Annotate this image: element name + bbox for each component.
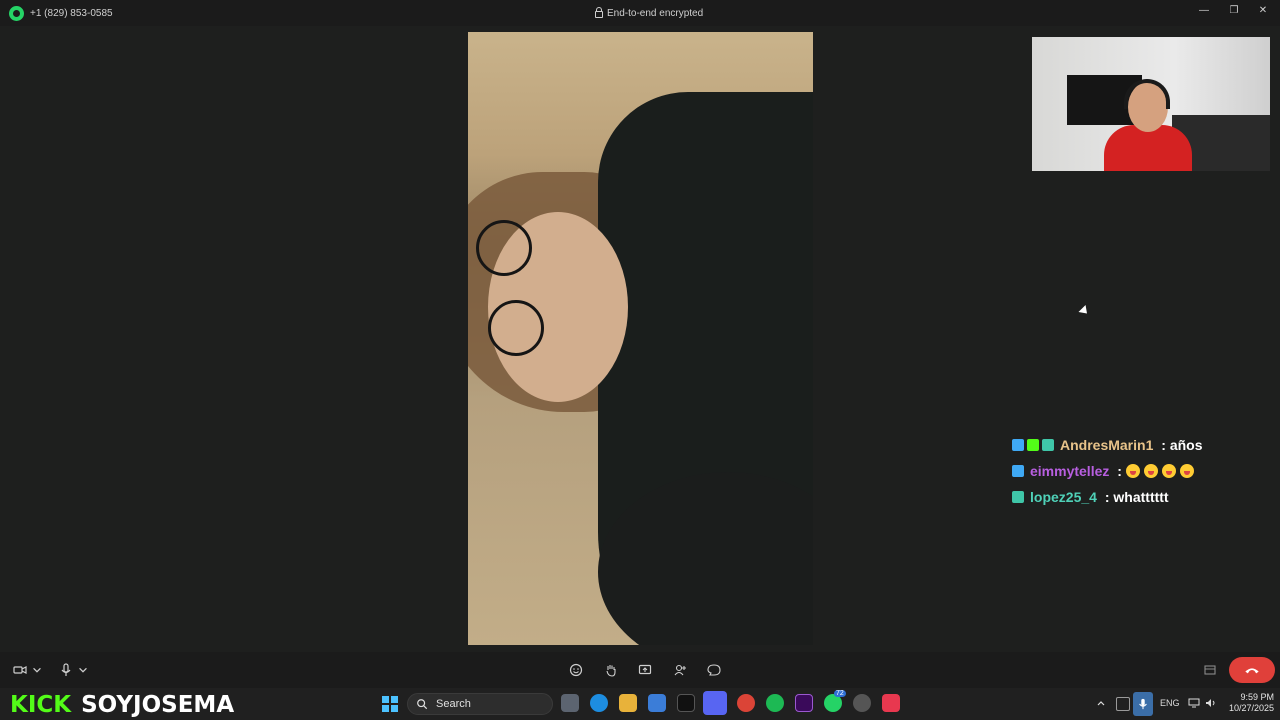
chat-separator: : <box>1113 463 1126 479</box>
chat-text: whatttttt <box>1113 489 1169 505</box>
encryption-label: End-to-end encrypted <box>607 8 704 19</box>
emoji-icon <box>1179 464 1194 478</box>
spotify-icon[interactable] <box>766 694 784 712</box>
layout-button[interactable] <box>1202 662 1218 678</box>
taskbar-search[interactable]: Search <box>407 693 553 715</box>
windows-logo-icon <box>382 705 389 712</box>
clock-time: 9:59 PM <box>1240 692 1274 702</box>
badge-icon <box>1012 491 1024 503</box>
chat-text: años <box>1169 437 1203 453</box>
camera-options-button[interactable] <box>31 662 43 678</box>
file-explorer-icon[interactable] <box>619 694 637 712</box>
end-call-button[interactable] <box>1229 657 1275 683</box>
call-controls-bar <box>0 652 1280 688</box>
windows-logo-icon <box>391 696 398 703</box>
tiktok-icon[interactable] <box>677 694 695 712</box>
notification-badge: 72 <box>834 690 846 697</box>
search-icon <box>417 699 428 710</box>
sync-icon[interactable] <box>1116 697 1130 711</box>
mic-options-button[interactable] <box>77 662 89 678</box>
start-button[interactable] <box>382 696 398 712</box>
badge-icon <box>1012 465 1024 477</box>
premiere-icon[interactable] <box>795 694 813 712</box>
whatsapp-taskbar-icon[interactable]: 72 <box>824 690 846 712</box>
reactions-button[interactable] <box>568 662 584 678</box>
encryption-status: End-to-end encrypted <box>595 7 704 19</box>
system-clock[interactable]: 9:59 PM 10/27/2025 <box>1224 692 1274 714</box>
badge-icon <box>1042 439 1054 451</box>
add-participant-button[interactable] <box>672 662 688 678</box>
add-person-icon <box>674 664 686 676</box>
chevron-down-icon <box>33 667 41 673</box>
remote-video <box>468 32 813 645</box>
emoji-icon <box>1125 464 1140 478</box>
chat-bubble-icon <box>707 664 721 676</box>
store-icon[interactable] <box>648 694 666 712</box>
layout-icon <box>1204 665 1216 675</box>
chat-username: lopez25_4 <box>1030 489 1097 505</box>
hang-up-icon <box>1245 668 1259 674</box>
chevron-down-icon <box>79 667 87 673</box>
maximize-button[interactable]: ❐ <box>1227 4 1241 18</box>
caller-number: +1 (829) 853-0585 <box>30 8 113 19</box>
search-label: Search <box>436 698 471 710</box>
clock-date: 10/27/2025 <box>1228 703 1274 713</box>
emoji-icon <box>1143 464 1158 478</box>
channel-name: SOYJOSEMA <box>81 692 235 718</box>
chat-separator: : <box>1100 489 1114 505</box>
tiktok-live-icon[interactable] <box>882 694 900 712</box>
chat-message: lopez25_4 : whatttttt <box>1012 484 1272 510</box>
speaker-icon <box>1206 699 1215 707</box>
network-icon[interactable] <box>1188 698 1200 710</box>
volume-icon[interactable] <box>1205 698 1217 710</box>
chrome-icon[interactable] <box>737 694 755 712</box>
chat-username: eimmytellez <box>1030 463 1110 479</box>
hand-icon <box>606 665 616 677</box>
task-view-icon[interactable] <box>561 694 579 712</box>
settings-icon[interactable] <box>853 694 871 712</box>
chevron-up-icon <box>1097 701 1105 706</box>
kick-overlay: KICK SOYJOSEMA <box>10 692 234 718</box>
whatsapp-icon <box>9 6 24 21</box>
network-icon <box>1188 698 1200 708</box>
share-screen-icon <box>638 664 652 675</box>
discord-icon[interactable] <box>703 691 727 715</box>
chat-button[interactable] <box>706 662 722 678</box>
microphone-icon <box>61 663 71 676</box>
video-content <box>476 220 532 276</box>
close-button[interactable]: ✕ <box>1256 4 1270 18</box>
badge-icon <box>1027 439 1039 451</box>
windows-logo-icon <box>391 705 398 712</box>
chat-username: AndresMarin1 <box>1060 437 1154 453</box>
edge-icon[interactable] <box>590 694 608 712</box>
chat-separator: : <box>1157 437 1170 453</box>
minimize-button[interactable]: — <box>1197 4 1211 18</box>
kick-logo: KICK <box>10 692 72 718</box>
chat-message: AndresMarin1 : años <box>1012 432 1272 458</box>
windows-logo-icon <box>382 696 389 703</box>
raise-hand-button[interactable] <box>603 662 619 678</box>
language-indicator[interactable]: ENG <box>1160 698 1180 708</box>
emoji-icon <box>1161 464 1176 478</box>
smiley-icon <box>569 663 583 677</box>
stream-chat-overlay: AndresMarin1 : años eimmytellez : lopez2… <box>1012 432 1272 510</box>
microphone-icon <box>1139 698 1147 710</box>
camera-button[interactable] <box>12 662 28 678</box>
chat-message: eimmytellez : <box>1012 458 1272 484</box>
mic-in-use-indicator[interactable] <box>1133 692 1153 716</box>
share-screen-button[interactable] <box>637 662 653 678</box>
tray-overflow-button[interactable] <box>1096 698 1106 710</box>
video-camera-icon <box>13 666 27 674</box>
video-content <box>488 300 544 356</box>
badge-icon <box>1012 439 1024 451</box>
mic-button[interactable] <box>59 662 73 678</box>
self-video[interactable] <box>1032 37 1270 171</box>
title-bar: +1 (829) 853-0585 End-to-end encrypted —… <box>0 0 1280 26</box>
lock-icon <box>595 7 603 18</box>
